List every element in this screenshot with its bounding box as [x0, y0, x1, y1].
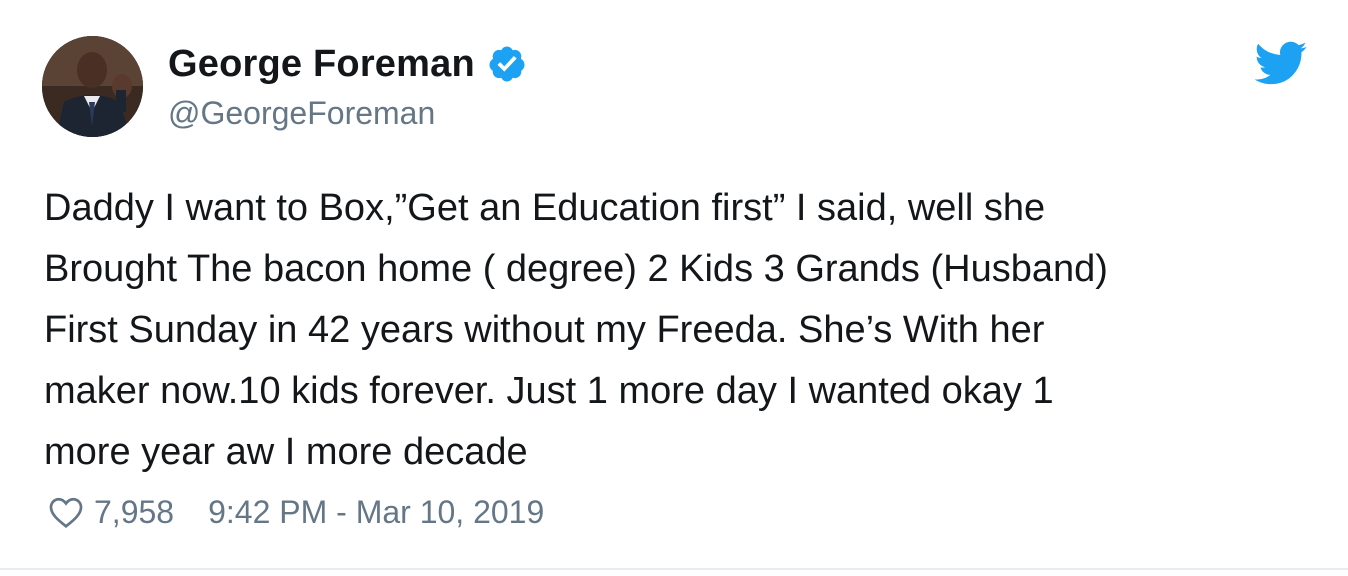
tweet-card: George Foreman @GeorgeForeman Daddy I wa…	[0, 0, 1348, 570]
tweet-footer: 7,958 9:42 PM - Mar 10, 2019	[48, 490, 544, 534]
like-count[interactable]: 7,958	[94, 494, 174, 531]
author-avatar[interactable]	[42, 36, 143, 137]
tweet-timestamp[interactable]: 9:42 PM - Mar 10, 2019	[208, 494, 544, 531]
author-name-row: George Foreman	[168, 40, 527, 88]
heart-outline-icon[interactable]	[48, 495, 84, 529]
author-display-name[interactable]: George Foreman	[168, 43, 475, 86]
twitter-bird-icon[interactable]	[1252, 40, 1308, 86]
author-handle[interactable]: @GeorgeForeman	[168, 95, 435, 132]
verified-badge-icon	[487, 44, 527, 84]
avatar-photo	[42, 36, 143, 137]
tweet-text: Daddy I want to Box,”Get an Education fi…	[44, 187, 1108, 473]
